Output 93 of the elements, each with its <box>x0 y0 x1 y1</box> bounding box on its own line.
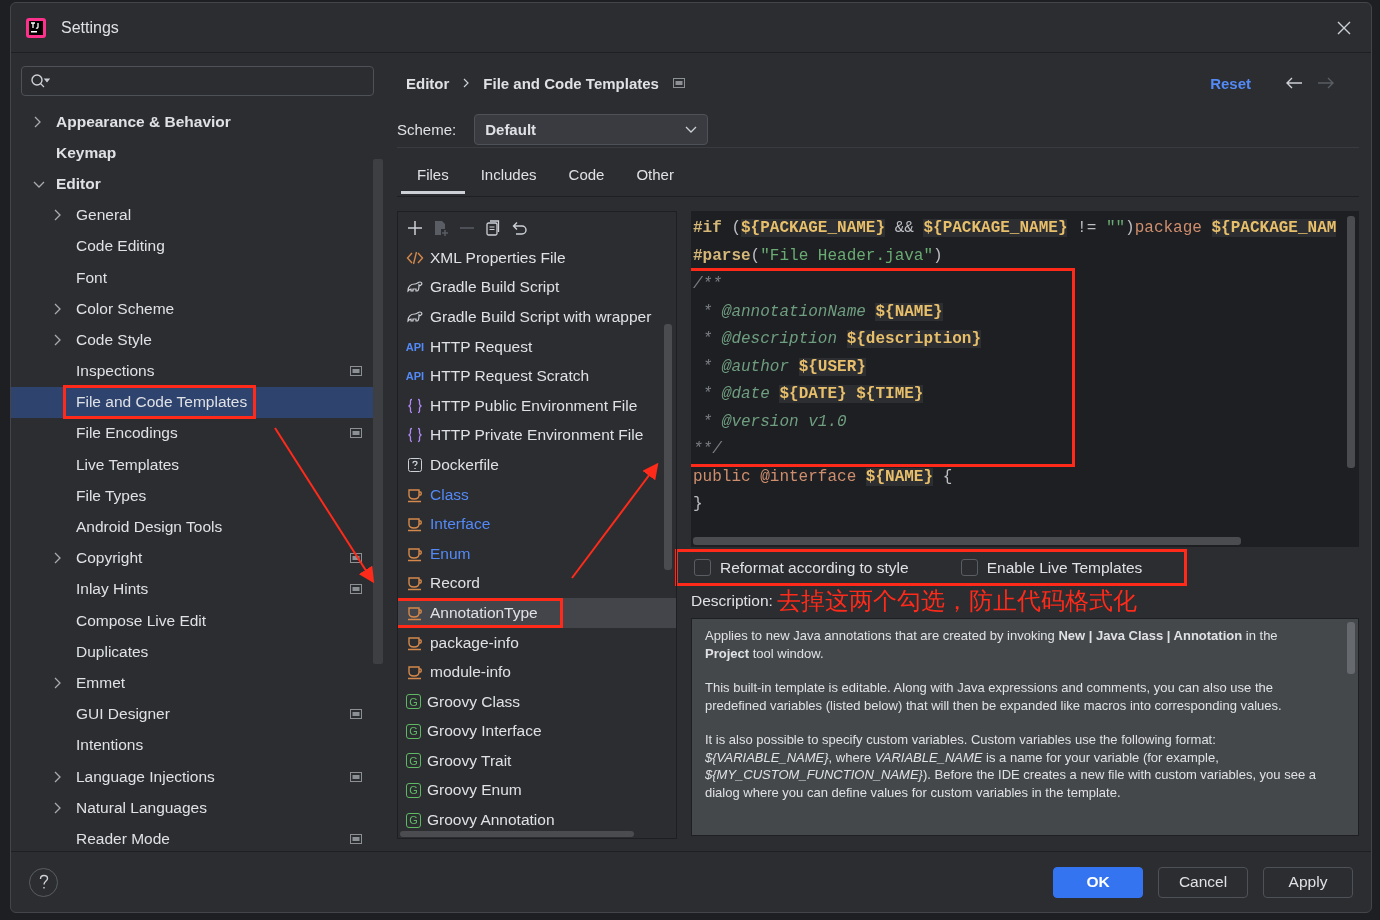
code-line: /** <box>692 274 723 295</box>
chevron-right-icon[interactable] <box>53 302 61 315</box>
chevron-down-icon <box>685 125 698 133</box>
template-item[interactable]: Class <box>398 479 494 510</box>
dialog-button[interactable]: Cancel <box>1158 866 1248 898</box>
tab[interactable]: Code <box>552 160 621 194</box>
scrollbar-thumb[interactable] <box>1347 622 1355 674</box>
template-item[interactable]: API HTTP Request Scratch <box>398 361 615 391</box>
app-logo-icon <box>25 16 47 39</box>
code-line: * @annotationName ${NAME} <box>701 301 944 323</box>
breadcrumb-item: Editor <box>406 74 450 92</box>
search-field[interactable] <box>21 66 374 96</box>
back-arrow-icon[interactable] <box>1285 76 1303 90</box>
braces-icon <box>406 396 424 415</box>
code-line: #if (${PACKAGE_NAME} && ${PACKAGE_NAME} != "")package ${PACKAGE_NAM <box>692 218 1338 239</box>
template-item[interactable]: AnnotationType <box>398 598 676 628</box>
scrollbar-thumb[interactable] <box>664 324 672 570</box>
chevron-right-icon[interactable] <box>53 552 61 565</box>
question-mark-icon <box>38 874 49 890</box>
code-line: public @interface ${NAME} { <box>692 466 954 488</box>
close-icon[interactable] <box>1337 20 1351 35</box>
template-item[interactable]: HTTP Private Environment File <box>398 420 669 451</box>
template-item[interactable]: API HTTP Request <box>398 331 558 362</box>
template-item[interactable]: module-info <box>398 657 536 687</box>
scrollbar-thumb[interactable] <box>693 537 1241 545</box>
scrollbar-thumb[interactable] <box>1347 216 1355 468</box>
window-title: Settings <box>61 18 120 37</box>
template-item[interactable]: Dockerfile <box>398 450 524 480</box>
tab[interactable]: Includes <box>464 160 553 194</box>
template-item[interactable]: G Groovy Annotation <box>398 805 580 835</box>
circled-label: File and Code Templates <box>63 385 257 420</box>
checkbox[interactable]: Reformat according to style <box>694 558 909 577</box>
template-item[interactable]: G Groovy Interface <box>398 716 567 747</box>
api-icon: API <box>406 367 424 386</box>
template-item[interactable]: Gradle Build Script <box>398 272 585 303</box>
template-item[interactable]: Enum <box>398 538 496 569</box>
scrollbar-thumb[interactable] <box>373 159 383 664</box>
chevron-right-icon[interactable] <box>53 801 61 814</box>
dialog-button[interactable]: Apply <box>1263 866 1353 898</box>
question-file-icon <box>406 455 424 474</box>
reset-link[interactable]: Reset <box>1210 74 1251 92</box>
code-line: * @description ${description} <box>701 329 983 350</box>
code-line: * @date ${DATE} ${TIME} <box>701 384 925 405</box>
groovy-icon: G <box>406 812 421 828</box>
description-text: Applies to new Java annotations that are created by invoking New | Java Class | Annotation in the Project tool window. <box>705 627 1279 662</box>
groovy-icon: G <box>406 694 421 710</box>
scheme-dropdown[interactable]: Default <box>474 113 709 145</box>
add-icon[interactable] <box>406 218 424 237</box>
template-item[interactable]: G Groovy Trait <box>398 746 537 776</box>
circled-label: AnnotationType <box>398 598 563 628</box>
groovy-icon: G <box>406 783 421 798</box>
groovy-icon: G <box>406 723 421 739</box>
template-item[interactable]: Record <box>398 568 505 599</box>
template-item[interactable]: G Groovy Class <box>398 686 546 717</box>
code-line: * @author ${USER} <box>701 356 867 378</box>
description-text: This built-in template is editable. Along with Java expressions and comments, you can also use the predefined variables (listed below) that will then be expanded like macros into corresponding values. <box>705 679 1283 714</box>
chevron-right-icon[interactable] <box>53 333 61 346</box>
template-item[interactable]: XML Properties File <box>398 243 591 273</box>
annotation-text: 去掉这两个勾选，防止代码格式化 <box>776 586 1137 617</box>
groovy-icon: G <box>406 753 421 769</box>
code-line: **/ <box>692 439 723 460</box>
chevron-right-icon[interactable] <box>53 676 61 689</box>
cup-icon <box>406 515 424 534</box>
cup-icon <box>406 663 424 682</box>
copy-icon[interactable] <box>484 218 502 237</box>
chevron-right-icon[interactable] <box>53 770 61 783</box>
tab[interactable]: Files <box>401 160 465 194</box>
dialog-button[interactable]: OK <box>1053 866 1143 898</box>
description-text: It is also possible to specify custom variables. Custom variables use the following format: ${VARIABLE_NAME}, where VARIABLE_NAME is a name for your variable (for example, ${MY_CUSTOM_FUNCTION_NAME}). Before the IDE creates a new file with custom variables, you see a dialog where you can define values for custom variables in the template. <box>705 731 1317 801</box>
checkbox[interactable]: Enable Live Templates <box>960 558 1143 577</box>
braces-icon <box>406 426 424 445</box>
project-scope-icon <box>672 78 685 88</box>
template-item[interactable]: HTTP Public Environment File <box>398 390 663 421</box>
template-item[interactable]: G Groovy Enum <box>398 775 547 806</box>
template-item[interactable]: Interface <box>398 509 516 539</box>
chevron-right-icon <box>463 78 470 88</box>
scrollbar-thumb[interactable] <box>400 831 634 837</box>
code-line: * @version v1.0 <box>701 411 848 433</box>
code-line: #parse("File Header.java") <box>692 245 944 267</box>
template-item[interactable]: Gradle Build Script with wrapper <box>398 302 676 332</box>
template-item[interactable]: package-info <box>398 627 544 658</box>
chevron-right-icon[interactable] <box>53 209 61 222</box>
chevron-down-icon[interactable] <box>33 179 45 188</box>
cup-icon <box>406 574 424 593</box>
scheme-label: Scheme: <box>397 120 457 138</box>
api-icon: API <box>406 337 424 356</box>
code-editor[interactable] <box>691 211 1359 547</box>
chevron-right-icon[interactable] <box>33 115 41 128</box>
description-label: Description: <box>691 592 773 610</box>
breadcrumb-item: File and Code Templates <box>483 74 659 92</box>
tab[interactable]: Other <box>620 160 690 194</box>
code-line: } <box>692 494 704 515</box>
search-icon <box>30 73 50 89</box>
